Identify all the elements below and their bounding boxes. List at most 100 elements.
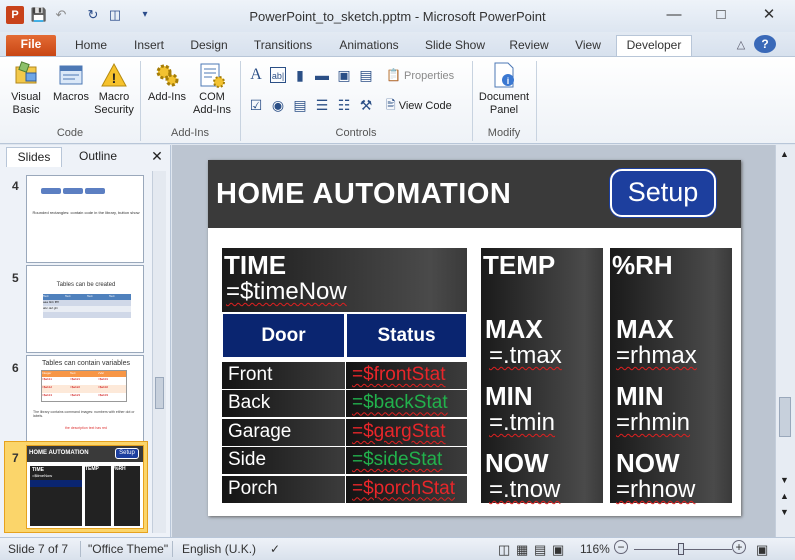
thumb-text: %RH	[114, 466, 126, 472]
language[interactable]: English (U.K.)	[182, 542, 256, 556]
tab-animations[interactable]: Animations	[330, 36, 408, 56]
slide-thumb-6[interactable]: Tables can contain variables Integer Text…	[26, 355, 144, 443]
door-name-cell: Garage	[222, 418, 345, 446]
theme-name[interactable]: "Office Theme"	[88, 542, 168, 556]
door-name-cell: Porch	[222, 475, 345, 503]
thumb-number: 6	[12, 361, 19, 375]
textbox-control-icon[interactable]: ab|	[270, 67, 286, 83]
slideshow-view-icon[interactable]: ▣	[552, 542, 564, 558]
zoom-level[interactable]: 116%	[580, 542, 610, 556]
door-name-cell: Back	[222, 390, 345, 418]
slide-canvas[interactable]: HOME AUTOMATION Setup TIME =$timeNow Doo…	[208, 160, 741, 516]
tab-developer[interactable]: Developer	[616, 35, 692, 57]
zoom-in-icon[interactable]: +	[732, 540, 746, 554]
slide-thumb-7[interactable]: HOME AUTOMATION Setup TIME =$timeNow TEM…	[26, 445, 144, 529]
zoom-out-icon[interactable]: −	[614, 540, 628, 554]
button-control-icon[interactable]: ▮	[292, 67, 308, 83]
thumb-row: =$ab11 =$ab21 =$ab31	[42, 377, 126, 385]
more-controls-icon[interactable]: ▤	[358, 67, 374, 83]
tab-file[interactable]: File	[6, 35, 56, 56]
tab-transitions[interactable]: Transitions	[246, 36, 320, 56]
door-status-value: =$gargStat	[352, 420, 446, 442]
door-status-value: =$frontStat	[352, 364, 446, 385]
cell: aaa	[43, 300, 49, 304]
slide-thumb-5[interactable]: Tables can be created Text Text Text Tex…	[26, 265, 144, 353]
macros-button[interactable]: Macros	[50, 61, 92, 104]
toggle-control-icon[interactable]: ☷	[336, 97, 352, 113]
rh-now-value: =rhnow	[616, 476, 696, 503]
minimize-icon[interactable]: —	[652, 0, 696, 30]
panel-scroll-thumb[interactable]	[155, 377, 164, 409]
thumb-temp-block: TEMP	[85, 466, 111, 526]
cell: =$ab12	[42, 385, 53, 389]
ribbon-tabs: File Home Insert Design Transitions Anim…	[0, 32, 795, 57]
minimize-ribbon-icon[interactable]: △	[732, 36, 750, 56]
close-icon[interactable]: ✕	[747, 0, 791, 30]
rh-min-label: MIN	[616, 381, 664, 411]
tab-design[interactable]: Design	[182, 36, 236, 56]
macros-icon	[59, 65, 83, 85]
temp-min-value: =.tmin	[489, 409, 556, 436]
divider	[80, 541, 81, 557]
tab-view[interactable]: View	[566, 36, 610, 56]
scrollbar-control-icon[interactable]: ▬	[314, 67, 330, 83]
door-status-cell: =$backStat	[346, 390, 467, 418]
next-slide-icon[interactable]: ▼	[780, 507, 789, 517]
macro-security-button[interactable]: ! Macro Security	[92, 61, 136, 117]
slide-sorter-icon[interactable]: ▦	[516, 542, 528, 558]
svg-text:!: !	[112, 70, 117, 86]
spelling-icon[interactable]: ✓	[270, 542, 280, 556]
image-control-icon[interactable]: ▣	[336, 67, 352, 83]
thumb-number: 5	[12, 271, 19, 285]
tab-outline[interactable]: Outline	[66, 147, 130, 167]
view-code-button[interactable]: 🖹 View Code	[386, 99, 466, 113]
thumb-shape	[41, 188, 61, 194]
scroll-up-icon[interactable]: ▲	[780, 149, 789, 159]
tab-slide-show[interactable]: Slide Show	[418, 36, 492, 56]
slide-header: HOME AUTOMATION Setup	[208, 160, 741, 228]
cell: =$ab11	[42, 377, 52, 381]
tools-icon[interactable]: ⚒	[358, 97, 374, 113]
setup-button[interactable]: Setup	[610, 169, 716, 217]
cell: =$ab13	[42, 393, 53, 397]
group-modify-label: Modify	[487, 127, 521, 139]
checkbox-control-icon[interactable]: ☑	[248, 97, 264, 113]
door-status-value: =$porchStat	[352, 477, 455, 499]
thumb-table-header	[30, 480, 82, 487]
tab-home[interactable]: Home	[66, 36, 116, 56]
scroll-down-icon[interactable]: ▼	[780, 475, 789, 485]
door-name-cell: Front	[222, 362, 345, 389]
listbox-control-icon[interactable]: ☰	[314, 97, 330, 113]
rh-label: %RH	[612, 250, 673, 280]
scroll-thumb[interactable]	[779, 397, 791, 437]
panel-scrollbar[interactable]	[152, 171, 166, 533]
divider	[172, 541, 173, 557]
document-panel-button[interactable]: i Document Panel	[476, 61, 532, 117]
properties-button[interactable]: 📋 Properties	[386, 69, 466, 83]
rh-max-value: =rhmax	[616, 342, 697, 369]
reading-view-icon[interactable]: ▤	[534, 542, 546, 558]
fit-slide-icon[interactable]: ▣	[756, 542, 768, 558]
help-icon[interactable]: ?	[754, 35, 776, 53]
vertical-scrollbar[interactable]: ▲ ▼ ▲ ▼	[775, 145, 795, 537]
previous-slide-icon[interactable]: ▲	[780, 491, 789, 501]
zoom-slider-thumb[interactable]	[678, 543, 684, 555]
gear-icon	[156, 64, 179, 87]
combobox-control-icon[interactable]: ▤	[292, 97, 308, 113]
visual-basic-button[interactable]: Visual Basic	[4, 61, 48, 117]
slide-thumb-4[interactable]: Rounded rectangles: contain code in the …	[26, 175, 144, 263]
tab-insert[interactable]: Insert	[124, 36, 174, 56]
thumb-header: HOME AUTOMATION Setup	[27, 446, 143, 462]
rh-block: %RH MAX =rhmax MIN =rhmin NOW =rhnow	[610, 248, 732, 503]
label-control-icon[interactable]: A	[248, 67, 264, 83]
com-add-ins-button[interactable]: COM Add-Ins	[190, 61, 234, 117]
thumb-shape	[63, 188, 83, 194]
close-panel-icon[interactable]: ✕	[148, 147, 166, 167]
tab-review[interactable]: Review	[502, 36, 556, 56]
tab-slides[interactable]: Slides	[6, 147, 62, 167]
maximize-icon[interactable]: □	[699, 0, 743, 30]
add-ins-button[interactable]: Add-Ins	[144, 61, 190, 104]
cell: bbb	[48, 300, 54, 304]
normal-view-icon[interactable]: ◫	[498, 542, 510, 558]
radio-control-icon[interactable]: ◉	[270, 97, 286, 113]
